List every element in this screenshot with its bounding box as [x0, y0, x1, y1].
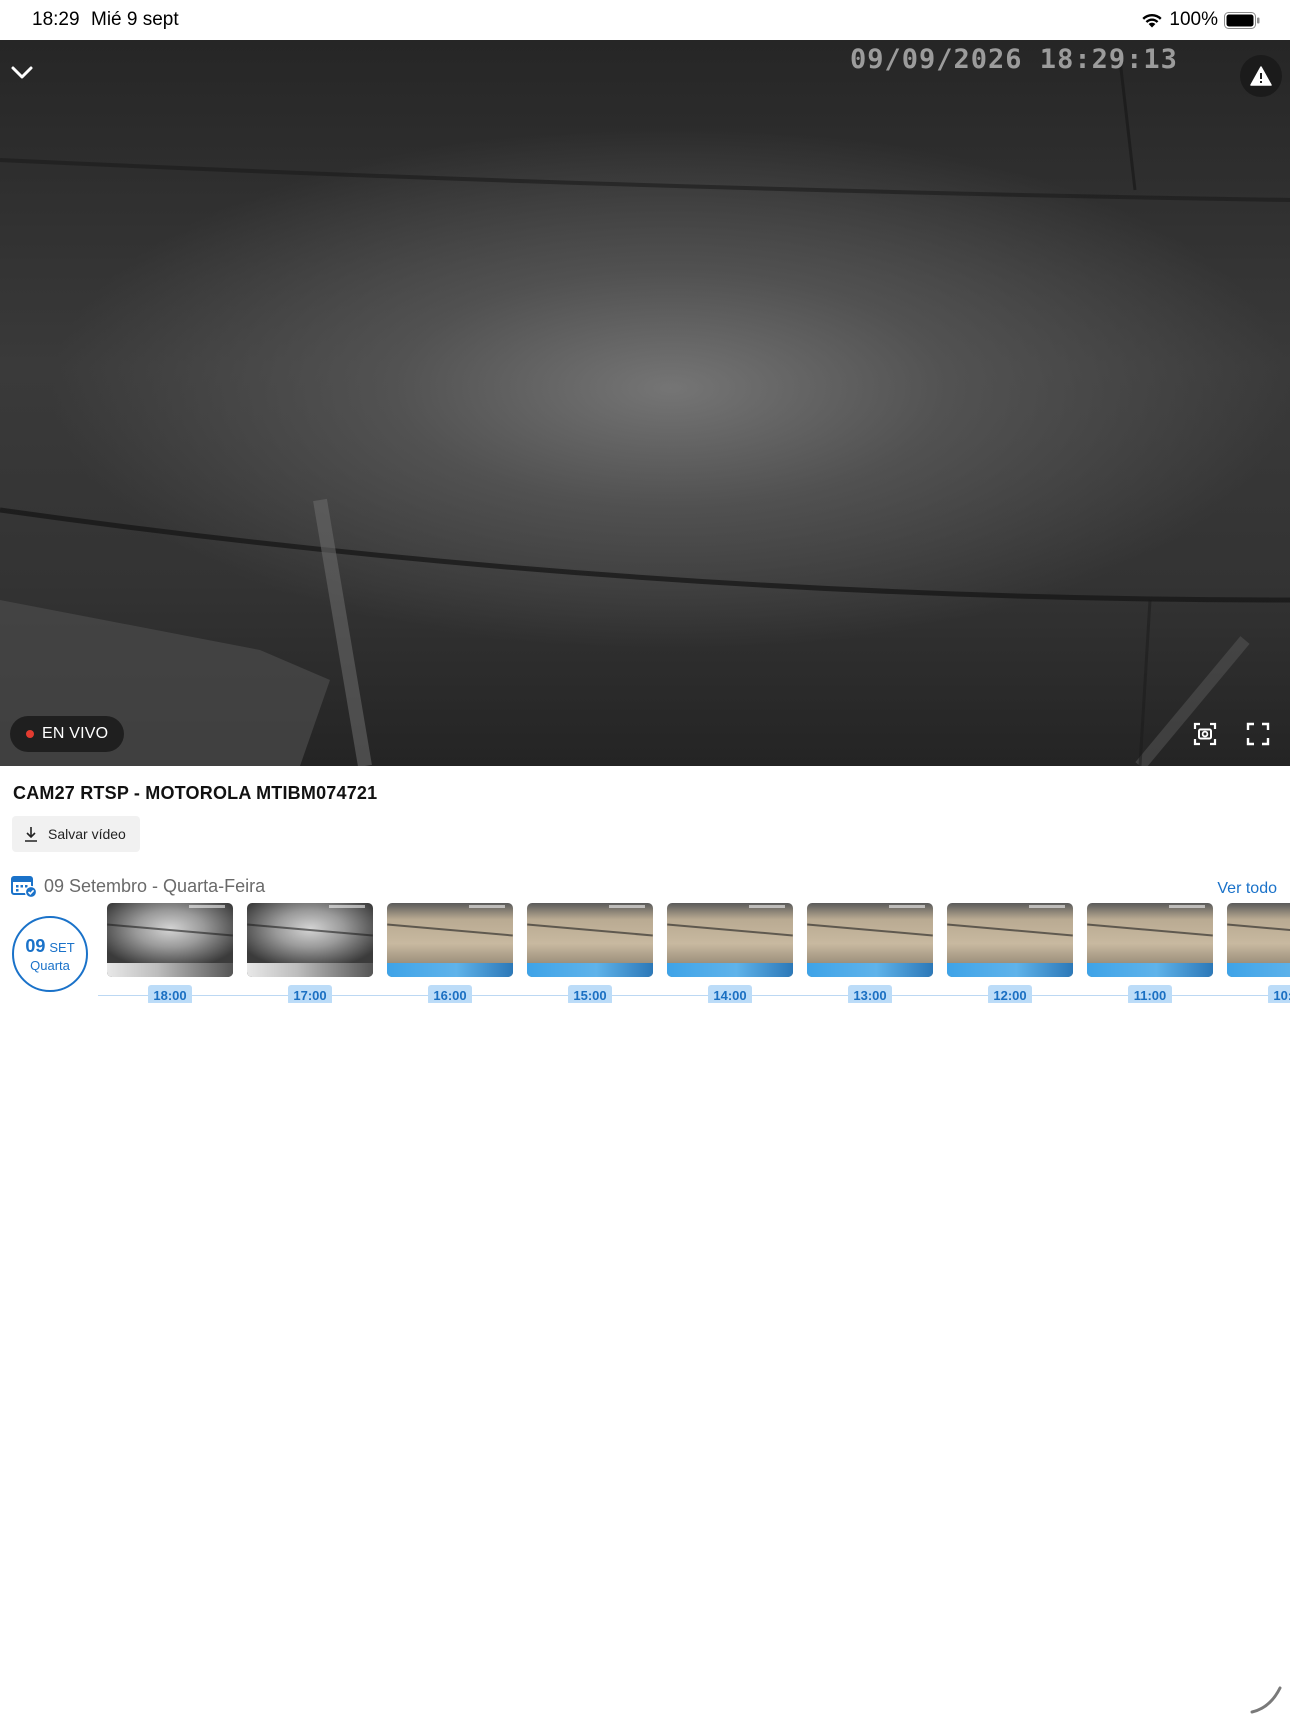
recording-clip[interactable]: 14:00 [667, 903, 793, 1003]
recording-clip[interactable]: 17:00 [247, 903, 373, 1003]
recording-thumbnails[interactable]: 18:00 17:00 16:00 15:00 14:00 13:00 12:00 11:00… [107, 903, 1290, 1003]
recording-thumbnail[interactable] [107, 903, 233, 977]
live-indicator-dot [26, 730, 34, 738]
recording-thumbnail[interactable] [527, 903, 653, 977]
recording-clip[interactable]: 11:00 [1087, 903, 1213, 1003]
save-video-button[interactable]: Salvar vídeo [12, 816, 140, 852]
live-label: EN VIVO [42, 725, 109, 742]
recording-clip[interactable]: 16:00 [387, 903, 513, 1003]
recording-clip[interactable]: 15:00 [527, 903, 653, 1003]
recording-clip[interactable]: 10:00 [1227, 903, 1290, 1003]
battery-icon [1224, 11, 1260, 29]
recordings-date-label: 09 Setembro - Quarta-Feira [44, 875, 266, 896]
battery-percent: 100% [1169, 9, 1218, 30]
clip-time-label: 12:00 [988, 985, 1032, 1003]
clip-time-label: 11:00 [1128, 985, 1172, 1003]
clip-time-label: 17:00 [288, 985, 332, 1003]
clip-time-label: 13:00 [848, 985, 892, 1003]
calendar-check-icon [11, 876, 37, 898]
wifi-icon [1142, 13, 1162, 28]
recording-clip[interactable]: 12:00 [947, 903, 1073, 1003]
clip-time-label: 15:00 [568, 985, 612, 1003]
live-badge: EN VIVO [10, 716, 125, 752]
day-number: 09 [25, 935, 46, 956]
video-timestamp: 09/09/2026 18:29:13 [850, 44, 1178, 75]
day-weekday: Quarta [30, 957, 70, 973]
status-indicators: 100% [1141, 8, 1260, 32]
status-bar: 18:29 Mié 9 sept 100% [0, 0, 1290, 40]
recording-thumbnail[interactable] [667, 903, 793, 977]
recording-thumbnail[interactable] [1227, 903, 1290, 977]
clip-time-label: 10:00 [1268, 985, 1290, 1003]
status-time: 18:29 [32, 9, 80, 30]
see-all-link[interactable]: Ver todo [1217, 880, 1277, 898]
clip-time-label: 16:00 [428, 985, 472, 1003]
recording-thumbnail[interactable] [387, 903, 513, 977]
selected-day-button[interactable]: 09 SET Quarta [12, 916, 88, 992]
warning-icon [1250, 66, 1272, 86]
recording-clip[interactable]: 18:00 [107, 903, 233, 1003]
camera-feed-image [0, 59, 1290, 766]
recording-thumbnail[interactable] [947, 903, 1073, 977]
recordings-date-header: 09 Setembro - Quarta-Feira [11, 874, 265, 898]
live-video-player[interactable]: 09/09/2026 18:29:13 EN VIVO [0, 40, 1290, 766]
snapshot-camera-icon[interactable] [1190, 719, 1220, 749]
recording-thumbnail[interactable] [247, 903, 373, 977]
day-month: SET [49, 939, 75, 955]
alert-button[interactable] [1240, 55, 1282, 97]
chevron-down-icon[interactable] [8, 58, 36, 86]
clip-time-label: 18:00 [148, 985, 192, 1003]
status-date: Mié 9 sept [91, 9, 179, 30]
fullscreen-icon[interactable] [1243, 719, 1273, 749]
clip-time-label: 14:00 [708, 985, 752, 1003]
camera-title: CAM27 RTSP - MOTOROLA MTIBM074721 [13, 783, 378, 803]
save-video-label: Salvar vídeo [48, 826, 126, 842]
recording-thumbnail[interactable] [807, 903, 933, 977]
recording-clip[interactable]: 13:00 [807, 903, 933, 1003]
scroll-indicator [1250, 1686, 1282, 1714]
recording-thumbnail[interactable] [1087, 903, 1213, 977]
download-icon [25, 827, 37, 842]
